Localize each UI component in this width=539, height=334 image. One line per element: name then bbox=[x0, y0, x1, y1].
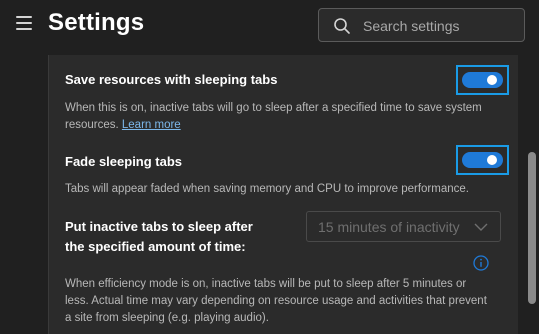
description-line: When this is on, inactive tabs will go t… bbox=[65, 102, 482, 114]
toggle-knob bbox=[487, 155, 497, 165]
learn-more-link[interactable]: Learn more bbox=[122, 119, 181, 131]
settings-panel: Save resources with sleeping tabs When t… bbox=[48, 55, 518, 334]
sleeping-tabs-title: Save resources with sleeping tabs bbox=[65, 72, 278, 87]
page-title: Settings bbox=[48, 9, 145, 36]
description-line: resources. Learn more bbox=[65, 117, 482, 134]
search-input[interactable] bbox=[363, 15, 518, 37]
note-line: When efficiency mode is on, inactive tab… bbox=[65, 278, 467, 290]
info-icon[interactable] bbox=[473, 255, 489, 271]
inactive-timer-dropdown[interactable]: 15 minutes of inactivity bbox=[306, 211, 501, 242]
fade-tabs-toggle-highlight bbox=[456, 145, 509, 175]
fade-tabs-description: Tabs will appear faded when saving memor… bbox=[65, 183, 469, 195]
chevron-down-icon bbox=[474, 223, 488, 231]
sleeping-tabs-description: When this is on, inactive tabs will go t… bbox=[65, 100, 482, 134]
note-line: a site from sleeping (e.g. playing audio… bbox=[65, 312, 269, 324]
note-line: less. Actual time may vary depending on … bbox=[65, 295, 487, 307]
fade-tabs-title: Fade sleeping tabs bbox=[65, 154, 183, 169]
scrollbar-thumb[interactable] bbox=[528, 152, 536, 304]
toggle-knob bbox=[487, 75, 497, 85]
fade-tabs-toggle[interactable] bbox=[462, 152, 503, 168]
inactive-timer-title-line1: Put inactive tabs to sleep after bbox=[65, 219, 253, 234]
hamburger-menu-icon[interactable] bbox=[16, 16, 32, 30]
top-bar: Settings bbox=[0, 0, 539, 50]
sleeping-tabs-toggle[interactable] bbox=[462, 72, 503, 88]
dropdown-selected-value: 15 minutes of inactivity bbox=[318, 219, 460, 235]
sleeping-tabs-toggle-highlight bbox=[456, 65, 509, 95]
description-text: resources. bbox=[65, 119, 119, 131]
inactive-timer-title-line2: the specified amount of time: bbox=[65, 239, 246, 254]
search-icon bbox=[334, 18, 350, 34]
search-box[interactable] bbox=[318, 8, 525, 42]
efficiency-note: When efficiency mode is on, inactive tab… bbox=[65, 276, 487, 327]
